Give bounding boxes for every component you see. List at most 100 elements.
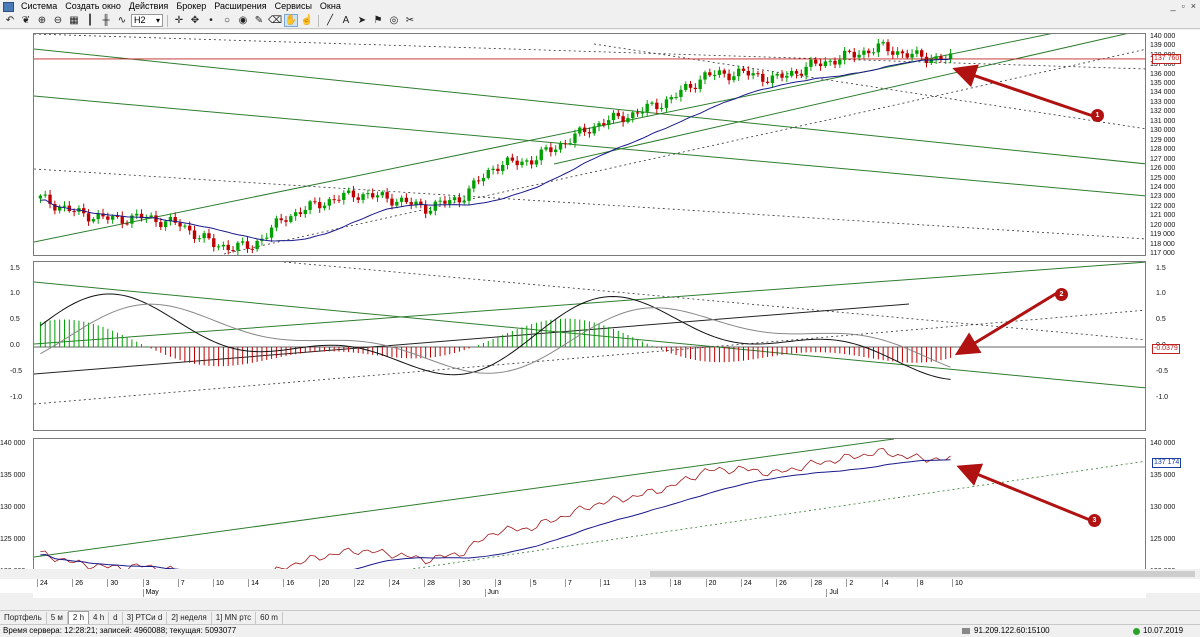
candle-body: [621, 116, 625, 123]
line-trend-upper: [34, 439, 895, 558]
candle-body: [886, 42, 890, 52]
flag-icon[interactable]: ⚑: [371, 14, 385, 27]
candle-body: [197, 238, 202, 240]
circle-dot-icon[interactable]: ◉: [236, 14, 250, 27]
candle-body: [274, 218, 279, 228]
candle-body: [375, 195, 380, 198]
text-tool-icon[interactable]: A: [339, 14, 353, 27]
candle-body: [371, 193, 375, 198]
horizontal-scrollbar[interactable]: [0, 569, 1200, 579]
zoom-in-icon[interactable]: ⊕: [35, 14, 49, 27]
price-scale-label: 119 000: [1150, 231, 1175, 239]
scissors-icon[interactable]: ✂: [403, 14, 417, 27]
close-icon[interactable]: ×: [1191, 0, 1196, 13]
menu-item-new-window[interactable]: Создать окно: [61, 0, 125, 13]
candle-body: [635, 112, 640, 114]
oscillator-pane[interactable]: [33, 261, 1146, 431]
menu-item-system[interactable]: Система: [17, 0, 61, 13]
line-left-label: 125 000: [0, 535, 26, 543]
chart-tabs: Портфель 5 м 2 h 4 h d 3] РТСи d 2] неде…: [0, 610, 1200, 624]
candle-body: [891, 51, 895, 55]
move-icon[interactable]: ✥: [188, 14, 202, 27]
time-axis-tick: 18: [670, 579, 681, 587]
line-pane[interactable]: [33, 438, 1146, 578]
candle-body: [472, 180, 476, 189]
circle-icon[interactable]: ○: [220, 14, 234, 27]
scrollbar-thumb[interactable]: [650, 571, 1195, 577]
price-pane[interactable]: [33, 33, 1146, 256]
menu-item-broker[interactable]: Брокер: [172, 0, 210, 13]
undo-icon[interactable]: ↶: [3, 14, 17, 27]
candle-body: [905, 53, 909, 58]
timeframe-select[interactable]: H2: [131, 14, 163, 27]
candle-body: [804, 66, 808, 76]
crosshair-icon[interactable]: ✛: [172, 14, 186, 27]
osc-right-label: 1.0: [1156, 290, 1166, 298]
time-axis[interactable]: 24 26 30 3 7 10 14 16 20 22 24 28 30 3 5 7 11 13 18 20 24 26 2…: [33, 578, 1146, 598]
hand-icon[interactable]: ✋: [284, 14, 298, 27]
eraser-icon[interactable]: ⌫: [268, 14, 282, 27]
tab-60m[interactable]: 60 m: [256, 612, 283, 624]
candle-body: [284, 220, 288, 222]
tab-mn-rts[interactable]: 1] MN ртс: [212, 612, 257, 624]
candle-body: [529, 160, 534, 165]
candle-body: [216, 246, 221, 248]
candle-body: [491, 168, 495, 171]
zoom-out-icon[interactable]: ⊖: [51, 14, 65, 27]
time-axis-tick: 13: [635, 579, 646, 587]
tab-5m[interactable]: 5 м: [47, 612, 68, 624]
price-scale-label: 120 000: [1150, 221, 1176, 229]
tab-portfolio[interactable]: Портфель: [0, 612, 47, 624]
candle-icon[interactable]: ┃: [83, 14, 97, 27]
cursor-icon[interactable]: ☝: [300, 14, 314, 27]
eye-icon[interactable]: ◎: [387, 14, 401, 27]
menu-item-actions[interactable]: Действия: [125, 0, 172, 13]
grid-icon[interactable]: ▦: [67, 14, 81, 27]
point-icon[interactable]: •: [204, 14, 218, 27]
minimize-icon[interactable]: _: [1171, 0, 1176, 13]
line-chart-icon[interactable]: ∿: [115, 14, 129, 27]
candle-body: [881, 42, 885, 44]
candle-body: [433, 201, 437, 211]
candle-body: [476, 180, 481, 182]
pencil-icon[interactable]: ✎: [252, 14, 266, 27]
tab-4h[interactable]: 4 h: [89, 612, 110, 624]
tab-rts-d[interactable]: 3] РТСи d: [123, 612, 168, 624]
candle-body: [722, 70, 726, 74]
candle-body: [934, 56, 938, 60]
time-axis-tick: 30: [459, 579, 470, 587]
arrow-tool-icon[interactable]: ➤: [355, 14, 369, 27]
window-controls: _ ▫ ×: [1171, 0, 1196, 13]
time-axis-tick: 7: [177, 579, 185, 587]
candle-body: [515, 160, 519, 166]
candle-body: [265, 237, 269, 239]
tab-week[interactable]: 2] неделя: [167, 612, 212, 624]
server-address: 91.209.122.60:15100: [962, 625, 1050, 637]
candle-body: [192, 230, 197, 240]
candle-body: [765, 81, 770, 83]
candle-body: [188, 225, 192, 231]
candle-body: [794, 71, 799, 74]
candle-body: [308, 201, 312, 210]
candle-body: [674, 96, 678, 98]
tab-2h[interactable]: 2 h: [67, 611, 90, 624]
candle-body: [741, 68, 746, 71]
menu-item-services[interactable]: Сервисы: [271, 0, 316, 13]
tab-d[interactable]: d: [109, 612, 123, 624]
osc-left-label: -0.5: [10, 367, 23, 375]
menu-item-windows[interactable]: Окна: [316, 0, 345, 13]
bar-icon[interactable]: ╫: [99, 14, 113, 27]
candle-body: [226, 244, 230, 251]
leaf-icon[interactable]: ❦: [19, 14, 33, 27]
line-left-label: 140 000: [0, 440, 26, 448]
annotation-marker-2: 2: [1055, 288, 1068, 301]
menu-item-extensions[interactable]: Расширения: [210, 0, 270, 13]
menu-bar: Система Создать окно Действия Брокер Рас…: [0, 0, 1200, 13]
candle-body: [525, 160, 529, 162]
candle-body: [255, 240, 259, 250]
osc-value-label: -0.0379: [1152, 343, 1180, 354]
restore-icon[interactable]: ▫: [1182, 0, 1185, 13]
line-tool-icon[interactable]: ╱: [323, 14, 337, 27]
time-axis-tick: 3: [142, 579, 149, 587]
line-average: [40, 459, 951, 577]
